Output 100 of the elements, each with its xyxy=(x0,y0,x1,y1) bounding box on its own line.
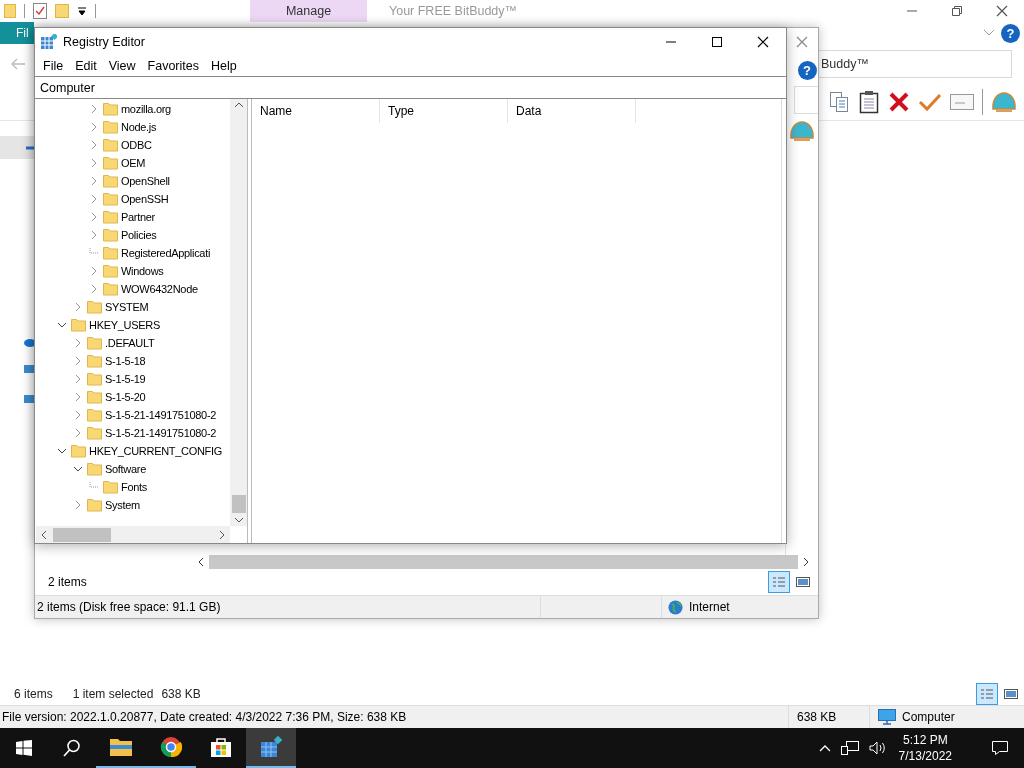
folder-icon xyxy=(109,737,133,757)
chevron-up-icon[interactable] xyxy=(818,744,831,752)
selection-size: 638 KB xyxy=(161,687,201,701)
tree-item[interactable]: S-1-5-20 xyxy=(105,391,146,403)
address-field[interactable]: Computer xyxy=(35,76,786,99)
scroll-right-icon[interactable] xyxy=(219,529,225,540)
tree-item[interactable]: SYSTEM xyxy=(105,301,149,313)
scroll-right-icon[interactable] xyxy=(802,557,810,567)
item-count: 6 items xyxy=(14,687,53,701)
column-header[interactable]: Data xyxy=(508,99,636,123)
tree-item[interactable]: Software xyxy=(105,463,146,475)
menu-item[interactable]: Help xyxy=(205,59,243,73)
scroll-left-icon[interactable] xyxy=(41,529,47,540)
folder-icon xyxy=(103,156,118,170)
help-icon[interactable]: ? xyxy=(797,61,817,80)
folder-icon xyxy=(87,354,102,368)
folder-icon xyxy=(87,372,102,386)
tree-item[interactable]: RegisteredApplicati xyxy=(121,247,211,259)
tree-item[interactable]: WOW6432Node xyxy=(121,283,198,295)
maximize-icon xyxy=(711,36,723,48)
back-icon[interactable] xyxy=(10,58,26,70)
vertical-scrollbar[interactable] xyxy=(230,99,247,526)
tree-item[interactable]: OEM xyxy=(121,157,146,169)
location-label: Computer xyxy=(902,710,955,724)
restore-icon xyxy=(950,5,963,17)
folder-icon xyxy=(87,462,102,476)
search-field[interactable]: Buddy™ xyxy=(818,50,1012,78)
folder-icon xyxy=(87,426,102,440)
horizontal-scrollbar[interactable] xyxy=(36,526,230,543)
tree-item[interactable]: Policies xyxy=(121,229,157,241)
scroll-down-icon[interactable] xyxy=(233,517,244,523)
browser-icon xyxy=(160,736,182,758)
folder-icon xyxy=(103,120,118,134)
volume-icon[interactable] xyxy=(868,740,887,756)
folder-icon xyxy=(87,300,102,314)
tree-item[interactable]: Node.js xyxy=(121,121,157,133)
folder-icon xyxy=(103,138,118,152)
chevron-icon[interactable] xyxy=(983,29,995,37)
folder-icon xyxy=(87,498,102,512)
nav-item[interactable] xyxy=(0,136,34,159)
tree-item[interactable]: S-1-5-19 xyxy=(105,373,146,385)
tree-item[interactable]: Windows xyxy=(121,265,164,277)
scroll-up-icon[interactable] xyxy=(233,102,244,108)
shopping-bag-icon xyxy=(210,736,232,758)
column-header[interactable]: Name xyxy=(252,99,380,123)
close-icon[interactable] xyxy=(757,36,769,48)
tree-item[interactable]: Fonts xyxy=(121,481,147,493)
envelope-icon[interactable] xyxy=(950,93,974,111)
shell-icon[interactable] xyxy=(789,120,815,142)
horizontal-scrollbar[interactable] xyxy=(209,555,798,569)
tree-item[interactable]: S-1-5-21-1491751080-2 xyxy=(105,427,217,439)
selection-status: 1 item selected xyxy=(72,687,154,701)
folder-icon xyxy=(103,210,118,224)
menu-item[interactable]: Edit xyxy=(69,59,103,73)
properties-icon[interactable] xyxy=(33,3,47,19)
tree-item[interactable]: mozilla.org xyxy=(121,103,171,115)
window-title: Registry Editor xyxy=(63,35,145,49)
tree-item[interactable]: System xyxy=(105,499,140,511)
computer-icon[interactable] xyxy=(24,364,34,376)
folder-icon xyxy=(103,228,118,242)
menu-item[interactable]: File xyxy=(37,59,70,73)
menu-item[interactable]: View xyxy=(102,59,142,73)
tree-item[interactable]: .DEFAULT xyxy=(105,337,155,349)
file-tab[interactable]: Fil xyxy=(0,22,34,44)
clock-date[interactable]: 7/13/2022 xyxy=(898,748,952,764)
globe-icon xyxy=(668,599,683,615)
scroll-thumb[interactable] xyxy=(231,495,246,513)
tree-item[interactable]: S-1-5-18 xyxy=(105,355,146,367)
copy-icon[interactable] xyxy=(828,91,850,113)
tree-item[interactable]: Partner xyxy=(121,211,155,223)
folder-icon xyxy=(103,174,118,188)
clock-time[interactable]: 5:12 PM xyxy=(902,732,948,748)
scroll-left-icon[interactable] xyxy=(197,557,205,567)
windows-logo-icon xyxy=(16,740,32,756)
close-icon[interactable] xyxy=(995,5,1008,17)
folder-icon xyxy=(103,282,118,296)
folder-icon xyxy=(103,246,118,260)
clipboard-icon[interactable] xyxy=(858,90,880,114)
delete-icon[interactable] xyxy=(888,91,910,113)
shell-icon[interactable] xyxy=(991,91,1017,113)
tree-item[interactable]: OpenSSH xyxy=(121,193,169,205)
search-field[interactable] xyxy=(794,86,818,114)
tree-item[interactable]: HKEY_USERS xyxy=(89,319,160,331)
folder-icon xyxy=(87,408,102,422)
network-icon[interactable] xyxy=(840,740,859,756)
folder-icon xyxy=(103,102,118,116)
dropdown-icon[interactable] xyxy=(77,6,87,16)
tree-item[interactable]: ODBC xyxy=(121,139,152,151)
column-header[interactable]: Type xyxy=(380,99,508,123)
help-icon[interactable]: ? xyxy=(1001,23,1020,43)
tree-item[interactable]: OpenShell xyxy=(121,175,170,187)
checkmark-icon[interactable] xyxy=(918,91,942,113)
scroll-thumb[interactable] xyxy=(53,527,111,542)
manage-tab[interactable]: Manage xyxy=(250,0,367,22)
close-button[interactable] xyxy=(796,36,808,48)
menu-item[interactable]: Favorites xyxy=(141,59,205,73)
computer-icon xyxy=(878,709,896,725)
cloud-icon[interactable] xyxy=(24,337,34,347)
tree-item[interactable]: HKEY_CURRENT_CONFIG xyxy=(89,445,223,457)
tree-item[interactable]: S-1-5-21-1491751080-2 xyxy=(105,409,217,421)
